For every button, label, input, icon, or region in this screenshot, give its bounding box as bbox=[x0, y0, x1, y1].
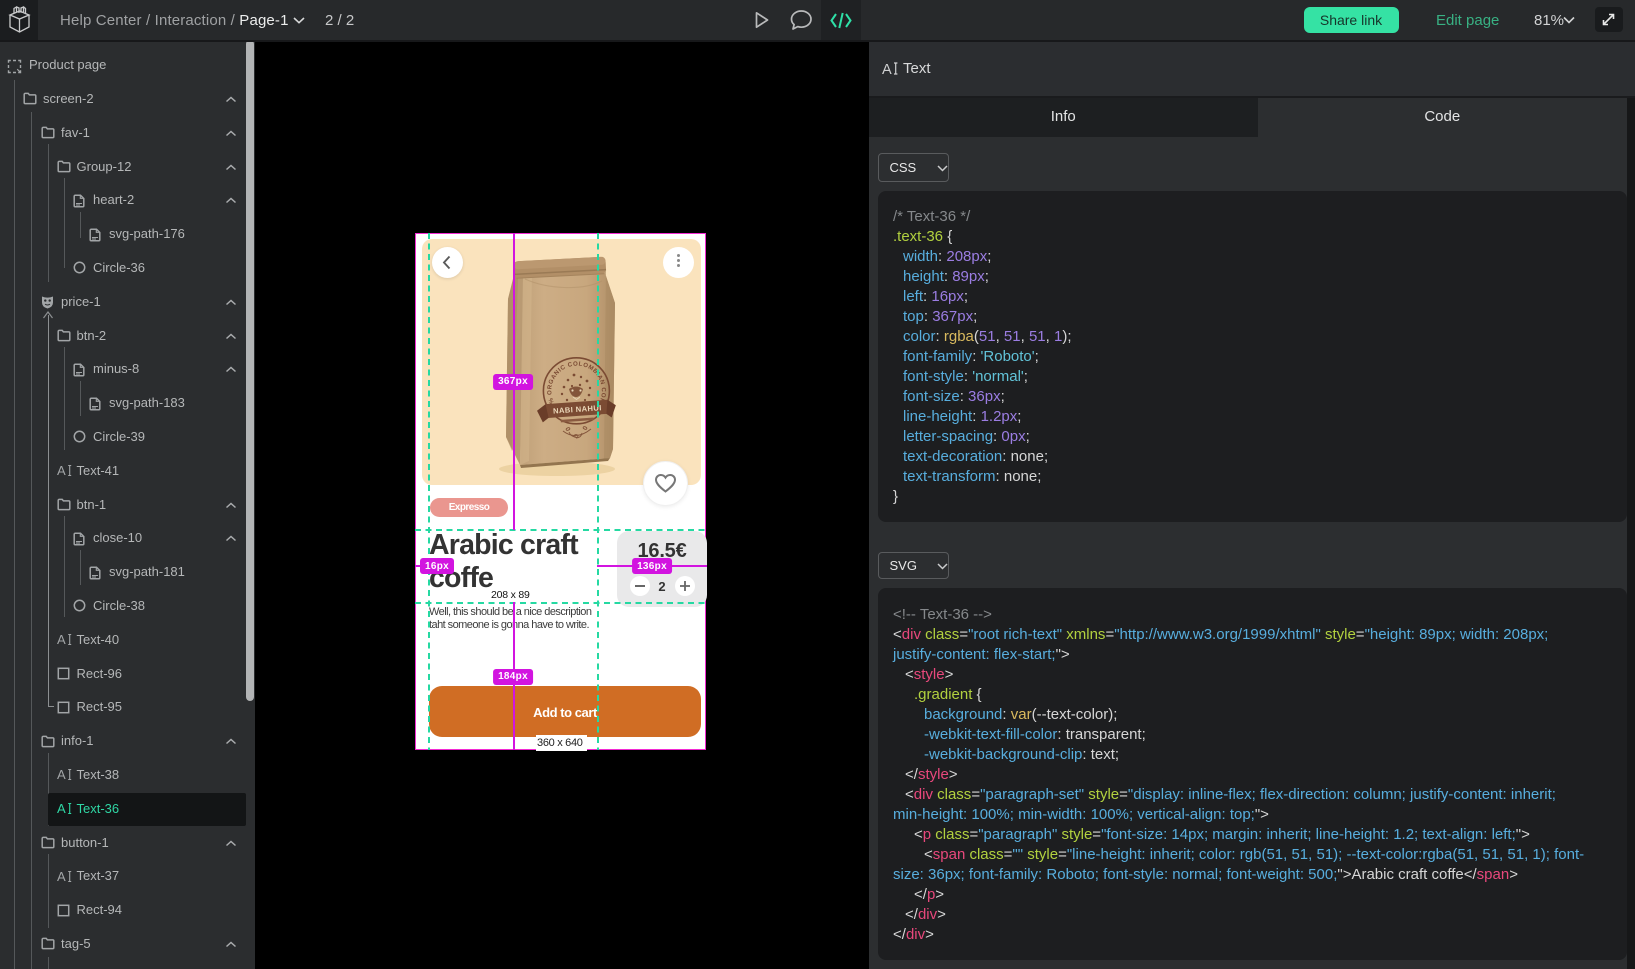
svg-text:A: A bbox=[57, 870, 66, 883]
svg-text:A: A bbox=[57, 768, 66, 781]
svg-text:A: A bbox=[882, 62, 892, 76]
svg-text:A: A bbox=[57, 464, 66, 477]
svg-text:A: A bbox=[57, 633, 66, 646]
svg-text:A: A bbox=[57, 802, 66, 815]
